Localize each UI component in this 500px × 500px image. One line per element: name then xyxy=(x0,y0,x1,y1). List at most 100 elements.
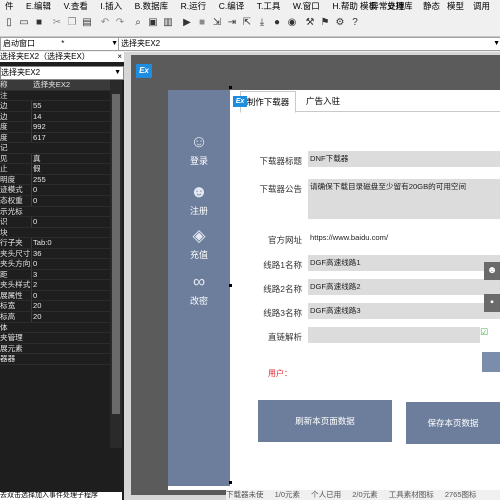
direct-link-input[interactable] xyxy=(308,327,480,343)
scrollbar-thumb[interactable] xyxy=(112,94,120,414)
property-row[interactable]: 迹模式 0 xyxy=(0,185,110,197)
layout-icon[interactable]: ▥ xyxy=(161,15,175,29)
step-over-icon[interactable]: ⇥ xyxy=(225,15,239,29)
property-value[interactable]: 0 xyxy=(31,196,110,206)
window-selector[interactable]: 启动窗口 * ▼ xyxy=(0,37,120,51)
property-value[interactable]: 20 xyxy=(31,312,110,322)
run-icon[interactable]: ▶ xyxy=(180,15,194,29)
property-scrollbar[interactable] xyxy=(110,80,122,448)
tool-icon[interactable]: ⚙ xyxy=(333,15,347,29)
property-row[interactable]: 止假 xyxy=(0,164,110,175)
menu-window[interactable]: W.窗口 xyxy=(288,0,325,12)
menu-model[interactable]: 模型 xyxy=(442,0,469,12)
nav-item-login[interactable]: ☺ 登录 xyxy=(168,132,230,167)
property-row[interactable]: 体 xyxy=(0,323,110,334)
property-value[interactable]: 14 xyxy=(31,111,110,122)
property-row[interactable]: 展属性 0 xyxy=(0,290,110,302)
property-value[interactable]: 255 xyxy=(31,174,110,185)
property-row[interactable]: 态权重 0 xyxy=(0,196,110,207)
menu-view[interactable]: V.查看 xyxy=(59,0,93,12)
property-row[interactable]: 度 617 xyxy=(0,132,110,144)
compile-icon[interactable]: ⚒ xyxy=(303,15,317,29)
menu-support-library[interactable]: 支持库 xyxy=(382,0,418,12)
property-row[interactable]: 夹头尺寸 36 xyxy=(0,248,110,260)
property-value[interactable]: 0 xyxy=(31,259,110,269)
line1-input[interactable]: DGF高速线路1 xyxy=(308,255,500,271)
copy-icon[interactable]: ❐ xyxy=(65,15,79,29)
line2-input[interactable]: DGF高速线路2 xyxy=(308,279,500,295)
property-value[interactable]: 55 xyxy=(31,101,110,111)
property-value[interactable]: 992 xyxy=(31,122,110,132)
property-row[interactable]: 明度 255 xyxy=(0,174,110,186)
property-row[interactable]: 器器 xyxy=(0,354,110,365)
property-row[interactable]: 示光标 xyxy=(0,207,110,218)
nav-item-recharge[interactable]: ◈ 充值 xyxy=(168,226,230,261)
window-icon[interactable]: ▣ xyxy=(146,15,160,29)
find-icon[interactable]: ⌕ xyxy=(131,15,145,29)
menu-database[interactable]: B.数据库 xyxy=(130,0,174,12)
redo-icon[interactable]: ↷ xyxy=(113,15,127,29)
property-value[interactable]: 20 xyxy=(31,301,110,312)
menu-run[interactable]: R.运行 xyxy=(176,0,212,12)
step-out-icon[interactable]: ⇱ xyxy=(240,15,254,29)
save-data-button[interactable]: 保存本页数据 xyxy=(406,402,500,444)
event-hint[interactable]: 去双击选择加入事件处理子程序 xyxy=(0,492,122,500)
website-input[interactable]: https://www.baidu.com/ xyxy=(308,230,500,246)
undo-icon[interactable]: ↶ xyxy=(98,15,112,29)
nav-item-change-password[interactable]: ∞ 改密 xyxy=(168,272,230,307)
line3-input[interactable]: DGF高速线路3 xyxy=(308,303,500,319)
property-value[interactable]: 36 xyxy=(31,248,110,259)
property-row[interactable]: 边 14 xyxy=(0,111,110,123)
property-row[interactable]: 注 xyxy=(0,91,110,102)
property-row[interactable]: 称 选择夹EX2 xyxy=(0,80,110,91)
property-value[interactable]: 0 xyxy=(31,185,110,196)
property-row[interactable]: 夹头方向 0 xyxy=(0,259,110,270)
property-row[interactable]: 标高 20 xyxy=(0,312,110,323)
publish-icon[interactable]: ⚑ xyxy=(318,15,332,29)
property-value[interactable]: 3 xyxy=(31,269,110,280)
breakpoint-icon[interactable]: ● xyxy=(270,15,284,29)
cut-icon[interactable]: ✂ xyxy=(50,15,64,29)
property-row[interactable]: 识0 xyxy=(0,217,110,228)
object-selector[interactable]: 选择夹EX2 ▼ xyxy=(118,37,500,51)
partial-button[interactable] xyxy=(482,352,500,372)
property-row[interactable]: 边 55 xyxy=(0,101,110,112)
selection-handle[interactable] xyxy=(229,284,232,287)
menu-template[interactable]: 模板 xyxy=(355,0,382,12)
menu-tools[interactable]: T.工具 xyxy=(252,0,286,12)
property-row[interactable]: 距3 xyxy=(0,269,110,281)
watch-icon[interactable]: ◉ xyxy=(285,15,299,29)
selection-handle[interactable] xyxy=(229,481,232,484)
property-value[interactable]: Tab:0 xyxy=(31,238,110,248)
property-value[interactable]: 2 xyxy=(31,280,110,290)
property-row[interactable]: 标宽 20 xyxy=(0,301,110,313)
property-row[interactable]: 记 xyxy=(0,143,110,154)
property-row[interactable]: 行子夹 Tab:0 xyxy=(0,238,110,249)
menu-insert[interactable]: I.插入 xyxy=(95,0,127,12)
open-folder-icon[interactable]: ▭ xyxy=(17,15,31,29)
new-file-icon[interactable]: ▯ xyxy=(2,15,16,29)
menu-file[interactable]: 件 xyxy=(0,0,19,12)
property-row[interactable]: 见真 xyxy=(0,153,110,165)
stop-icon[interactable]: ■ xyxy=(195,15,209,29)
menu-static[interactable]: 静态 xyxy=(418,0,445,12)
help-icon[interactable]: ? xyxy=(348,15,362,29)
property-value[interactable]: 0 xyxy=(31,290,110,301)
property-value[interactable]: 假 xyxy=(31,164,110,174)
property-row[interactable]: 展元素 xyxy=(0,344,110,355)
selection-handle[interactable] xyxy=(229,86,232,89)
save-icon[interactable]: ■ xyxy=(32,15,46,29)
object-combo[interactable]: 选择夹EX2 ▼ xyxy=(0,66,124,80)
menu-compile[interactable]: C.编译 xyxy=(214,0,250,12)
refresh-data-button[interactable]: 刷新本页面数据 xyxy=(258,400,392,442)
property-row[interactable]: 夹管理 xyxy=(0,333,110,344)
title-input[interactable]: DNF下载器 xyxy=(308,151,500,167)
close-icon[interactable]: × xyxy=(117,52,122,62)
notice-textarea[interactable]: 请确保下载目录磁盘至少留有20GB的可用空间 xyxy=(308,179,500,219)
property-value[interactable]: 0 xyxy=(31,217,110,227)
menu-call[interactable]: 调用 xyxy=(468,0,495,12)
property-row[interactable]: 度 992 xyxy=(0,122,110,133)
menu-edit[interactable]: E.编辑 xyxy=(21,0,56,12)
property-value[interactable]: 617 xyxy=(31,132,110,143)
paste-icon[interactable]: ▤ xyxy=(80,15,94,29)
